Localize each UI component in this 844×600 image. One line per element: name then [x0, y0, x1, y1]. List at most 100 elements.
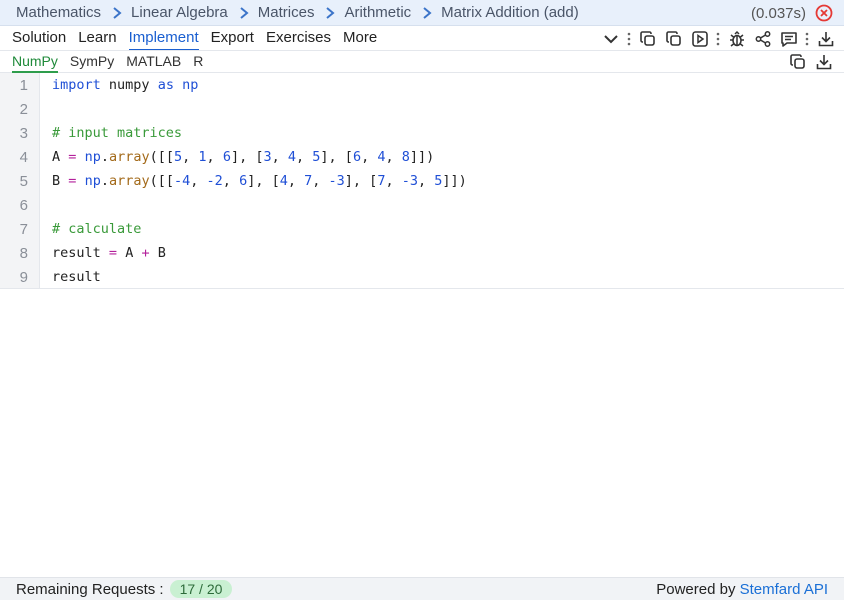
operator: =	[68, 173, 77, 189]
function-name: array	[108, 173, 150, 189]
download-icon[interactable]	[814, 52, 834, 72]
share-icon[interactable]	[753, 29, 773, 49]
operator: =	[108, 245, 118, 261]
keyword: import	[52, 77, 101, 93]
code-editor[interactable]: 1 import numpy as np 2 3 # input matrice…	[0, 73, 844, 289]
vertical-dots-icon	[626, 29, 632, 49]
copy-icon[interactable]	[788, 52, 808, 72]
variable: result	[52, 269, 101, 285]
number: 5	[312, 149, 321, 165]
number: 5	[174, 149, 183, 165]
code-token: ([[	[149, 149, 174, 165]
vertical-dots-icon	[804, 29, 810, 49]
code-line: 8 result = A + B	[0, 241, 844, 265]
code-token: ([[	[149, 173, 174, 189]
module-name: np	[84, 149, 101, 165]
close-circle-icon[interactable]	[815, 4, 833, 22]
language-tabs: NumPy SymPy MATLAB R	[0, 50, 844, 73]
line-number: 3	[19, 124, 28, 142]
chevron-right-icon	[324, 6, 336, 20]
number: 3	[263, 149, 272, 165]
tab-solution[interactable]: Solution	[12, 27, 66, 49]
number: -2	[206, 173, 223, 189]
code-text: A = np.array([[5, 1, 6], [3, 4, 5], [6, …	[52, 149, 435, 165]
number: 4	[279, 173, 288, 189]
operator: +	[141, 245, 150, 261]
breadcrumb-item-arithmetic[interactable]: Arithmetic	[344, 4, 411, 21]
powered-by-label: Powered by	[656, 581, 736, 598]
play-icon[interactable]	[690, 29, 710, 49]
brand-link[interactable]: Stemfard API	[740, 581, 828, 598]
breadcrumb-item-mathematics[interactable]: Mathematics	[16, 4, 101, 21]
breadcrumb: Mathematics Linear Algebra Matrices Arit…	[0, 0, 844, 26]
tab-exercises[interactable]: Exercises	[266, 27, 331, 49]
chevron-right-icon	[421, 6, 433, 20]
breadcrumb-item-linear-algebra[interactable]: Linear Algebra	[131, 4, 228, 21]
bug-icon[interactable]	[727, 29, 747, 49]
remaining-requests-badge: 17 / 20	[169, 580, 233, 598]
code-comment: # calculate	[52, 221, 142, 237]
number: 7	[377, 173, 386, 189]
breadcrumb-item-matrices[interactable]: Matrices	[258, 4, 315, 21]
function-name: array	[108, 149, 150, 165]
line-number: 1	[19, 76, 28, 94]
line-number: 6	[19, 196, 28, 214]
tab-implement[interactable]: Implement	[128, 27, 199, 51]
number: 6	[352, 149, 362, 165]
code-line: 2	[0, 97, 844, 121]
timing-label: (0.037s)	[750, 5, 806, 22]
number: 8	[401, 149, 410, 165]
comment-icon[interactable]	[779, 29, 799, 49]
line-number: 2	[19, 100, 28, 118]
vertical-dots-icon	[715, 29, 721, 49]
number: 4	[287, 149, 297, 165]
line-number: 9	[19, 268, 28, 286]
variable: result	[52, 245, 101, 261]
variable: A	[52, 149, 61, 165]
language-tab-sympy[interactable]: SymPy	[70, 52, 114, 71]
variable: B	[157, 245, 166, 261]
tab-learn[interactable]: Learn	[78, 27, 116, 49]
code-text: result	[40, 269, 101, 285]
tab-export[interactable]: Export	[211, 27, 254, 49]
line-number: 4	[19, 148, 28, 166]
code-line: 6	[0, 193, 844, 217]
copy-icon[interactable]	[664, 29, 684, 49]
chevron-down-icon[interactable]	[601, 29, 621, 49]
powered-by: Powered by Stemfard API	[656, 581, 828, 598]
status-bar: Remaining Requests : 17 / 20 Powered by …	[0, 577, 844, 600]
module-name: np	[182, 77, 199, 93]
language-tab-r[interactable]: R	[193, 52, 203, 71]
code-comment: # input matrices	[52, 125, 183, 141]
number: -3	[328, 173, 345, 189]
toolbar	[595, 28, 836, 50]
chevron-right-icon	[111, 6, 123, 20]
code-text: B = np.array([[-4, -2, 6], [4, 7, -3], […	[52, 173, 467, 189]
code-token: .	[100, 149, 109, 165]
line-number: 8	[19, 244, 28, 262]
number: 6	[222, 149, 231, 165]
code-line: 1 import numpy as np	[0, 73, 844, 97]
operator: =	[68, 149, 77, 165]
code-tools	[782, 52, 834, 72]
code-text: import numpy as np	[40, 77, 198, 93]
number: -4	[174, 173, 191, 189]
line-number: 7	[19, 220, 28, 238]
download-icon[interactable]	[816, 29, 836, 49]
language-tab-numpy[interactable]: NumPy	[12, 52, 58, 73]
breadcrumb-item-matrix-addition[interactable]: Matrix Addition (add)	[441, 4, 579, 21]
code-token: .	[100, 173, 109, 189]
variable: B	[52, 173, 61, 189]
keyword: as	[157, 77, 174, 93]
code-text: result = A + B	[40, 245, 166, 261]
number: -3	[401, 173, 418, 189]
code-line: 9 result	[0, 265, 844, 289]
code-line: 3 # input matrices	[0, 121, 844, 145]
language-tab-matlab[interactable]: MATLAB	[126, 52, 181, 71]
number: 7	[304, 173, 313, 189]
tab-more[interactable]: More	[343, 27, 377, 49]
copy-icon[interactable]	[638, 29, 658, 49]
number: 4	[377, 149, 386, 165]
line-number: 5	[19, 172, 28, 190]
